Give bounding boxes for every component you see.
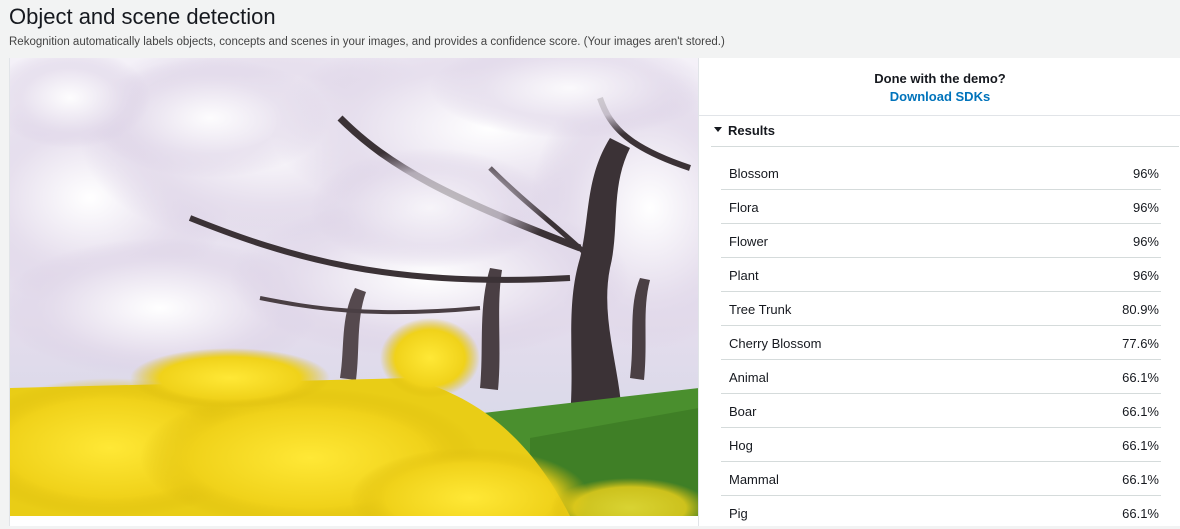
result-confidence: 96%: [1132, 200, 1159, 215]
result-row: Boar 66.1%: [721, 394, 1161, 428]
result-row: Tree Trunk 80.9%: [721, 292, 1161, 326]
result-label: Cherry Blossom: [729, 336, 822, 351]
result-label: Tree Trunk: [729, 302, 792, 317]
result-row: Mammal 66.1%: [721, 462, 1161, 496]
results-panel: Done with the demo? Download SDKs Result…: [698, 58, 1180, 526]
result-label: Mammal: [729, 472, 779, 487]
result-row: Animal 66.1%: [721, 360, 1161, 394]
result-row: Pig 66.1%: [721, 496, 1161, 529]
result-confidence: 96%: [1132, 268, 1159, 283]
result-row: Flora 96%: [721, 190, 1161, 224]
result-row: Plant 96%: [721, 258, 1161, 292]
result-confidence: 96%: [1132, 166, 1159, 181]
results-list: Blossom 96% Flora 96% Flower 96% Plant 9…: [721, 156, 1161, 529]
page-title: Object and scene detection: [9, 4, 276, 29]
result-confidence: 96%: [1132, 234, 1159, 249]
result-label: Flower: [729, 234, 769, 249]
sample-photo: [10, 58, 699, 516]
image-panel: [9, 58, 699, 526]
result-label: Hog: [729, 438, 753, 453]
result-row: Hog 66.1%: [721, 428, 1161, 462]
result-confidence: 77.6%: [1122, 336, 1159, 351]
result-confidence: 66.1%: [1122, 370, 1159, 385]
result-label: Animal: [729, 370, 769, 385]
result-label: Pig: [729, 506, 748, 521]
caret-down-icon: [714, 127, 722, 132]
page-subtitle: Rekognition automatically labels objects…: [9, 36, 725, 48]
page-header: Object and scene detection Rekognition a…: [0, 0, 1180, 58]
demo-callout: Done with the demo? Download SDKs: [699, 58, 1180, 116]
result-row: Flower 96%: [721, 224, 1161, 258]
result-label: Boar: [729, 404, 757, 419]
result-row: Cherry Blossom 77.6%: [721, 326, 1161, 360]
result-confidence: 66.1%: [1122, 506, 1159, 521]
result-confidence: 66.1%: [1122, 404, 1159, 419]
result-confidence: 66.1%: [1122, 438, 1159, 453]
result-confidence: 80.9%: [1122, 302, 1159, 317]
results-toggle[interactable]: Results: [711, 116, 1179, 147]
result-row: Blossom 96%: [721, 156, 1161, 190]
result-label: Flora: [729, 200, 759, 215]
results-heading: Results: [728, 123, 775, 138]
result-confidence: 66.1%: [1122, 472, 1159, 487]
result-label: Plant: [729, 268, 759, 283]
result-label: Blossom: [729, 166, 779, 181]
download-sdks-link[interactable]: Download SDKs: [699, 89, 1180, 104]
demo-prompt: Done with the demo?: [874, 71, 1006, 86]
